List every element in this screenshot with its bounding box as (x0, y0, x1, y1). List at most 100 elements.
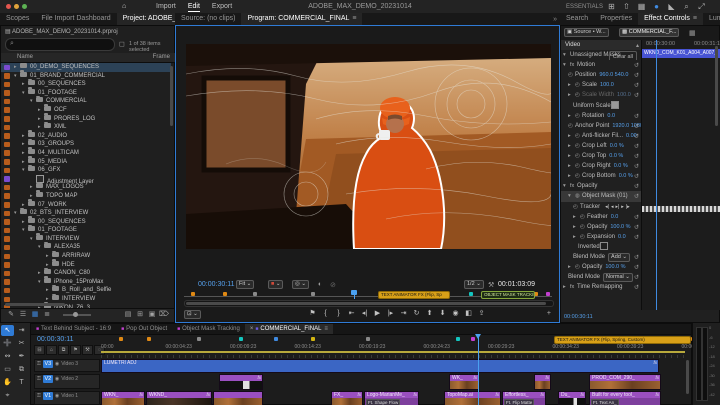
audio-meters[interactable]: 0-6-12-18-24-30-36-42 (692, 323, 720, 405)
delete-icon[interactable]: ⌦ (158, 310, 170, 318)
label-color-chip[interactable] (4, 193, 10, 199)
reset-parameter-icon[interactable]: ↺ (634, 283, 639, 292)
ec-row-blend-mode[interactable]: Blend ModeNormal ⌄↺ (561, 272, 641, 282)
reset-parameter-icon[interactable]: ↺ (634, 182, 639, 191)
ec-row-video[interactable]: Video▴ (561, 40, 641, 50)
clip[interactable]: Effortless_fxFt. Flip Matte (502, 391, 546, 405)
stopwatch-icon[interactable]: ◴ (568, 121, 575, 131)
twirl-icon[interactable]: ▸ (568, 151, 575, 161)
ec-value[interactable]: 960.0 540.0 (599, 72, 628, 78)
ec-row-position[interactable]: ◴Position960.0 540.0↺ (561, 70, 641, 80)
ec-row-time-remapping[interactable]: ▸fxTime Remapping↺ (561, 282, 641, 292)
clip[interactable]: fx (219, 374, 263, 390)
label-color-chip[interactable] (4, 176, 10, 182)
ec-row-crop-top[interactable]: ▸◴Crop Top0.0 %↺ (561, 151, 641, 161)
label-color-chip[interactable] (4, 236, 10, 242)
sequence-marker-icon[interactable] (253, 292, 257, 296)
program-zoom-scrollbar[interactable] (184, 300, 554, 307)
tab-scopes[interactable]: Scopes (0, 13, 35, 25)
home-icon[interactable]: ⌂ (122, 3, 126, 10)
twirl-icon[interactable]: ▸ (568, 161, 575, 171)
label-color-chip[interactable] (4, 116, 10, 122)
label-color-chip[interactable] (4, 202, 10, 208)
label-color-chip[interactable] (4, 90, 10, 96)
ec-row-rotation[interactable]: ▸◴Rotation0.0↺ (561, 111, 641, 121)
mark-in-button[interactable]: { (319, 310, 332, 317)
tree-item[interactable]: ▾06_GFX (1, 166, 171, 175)
reset-parameter-icon[interactable]: ↺ (634, 192, 639, 201)
label-color-chip[interactable] (4, 279, 10, 285)
reset-parameter-icon[interactable]: ↺ (634, 61, 639, 70)
stopwatch-icon[interactable]: ◴ (575, 151, 582, 161)
program-timecode[interactable]: 00:00:30:11 (198, 281, 234, 288)
reset-parameter-icon[interactable]: ↺ (634, 71, 639, 80)
clip[interactable]: FX_fx (331, 391, 363, 405)
ec-value[interactable]: 100.0 (600, 82, 614, 88)
ec-value[interactable]: 0.0 % (610, 143, 624, 149)
tab-lumetri-color[interactable]: Lumetri Color (703, 13, 720, 25)
ripple-edit-tool-icon[interactable]: ➕ (1, 338, 14, 349)
reset-parameter-icon[interactable]: ↺ (634, 162, 639, 171)
ec-value[interactable]: 100.0 (617, 92, 631, 98)
lift-button[interactable]: ⬆ (423, 309, 436, 317)
tree-item[interactable]: ▸HDE (1, 261, 171, 270)
new-item-icon[interactable]: ▣ (146, 310, 158, 318)
ec-value[interactable]: 0.0 % (614, 163, 628, 169)
proxy-dropdown[interactable]: ■ ⌄ (268, 280, 283, 289)
column-frame[interactable]: Frame (153, 54, 170, 60)
clip[interactable]: fx (534, 374, 551, 390)
export-frame-button[interactable]: ◉ (449, 309, 462, 317)
twirl-icon[interactable]: ▾ (568, 191, 575, 201)
ec-row-unassigned-masks[interactable]: ▾Unassigned MasksClear all (561, 50, 641, 60)
search-input[interactable]: ⌕ (5, 38, 115, 51)
label-color-chip[interactable] (4, 185, 10, 191)
zoom-slider[interactable] (63, 314, 91, 316)
share-button[interactable]: ⇪ (475, 309, 488, 317)
icon-view-icon[interactable]: ▦ (29, 310, 41, 318)
reset-parameter-icon[interactable]: ↺ (634, 112, 639, 121)
sequence-marker-icon[interactable] (223, 292, 227, 296)
object-select-tool-icon[interactable]: ⧉ (15, 364, 28, 375)
clip[interactable] (213, 391, 263, 405)
tree-item[interactable]: ▸03_GROUPS (1, 140, 171, 149)
twirl-icon[interactable]: ▸ (568, 131, 575, 141)
tree-item[interactable]: ▾INTERVIEW (1, 235, 171, 244)
checkbox[interactable] (600, 242, 608, 250)
tracker-step-button[interactable]: ◂| (605, 204, 609, 210)
filter-bin-icon[interactable]: ◻ (119, 40, 125, 48)
tab-program[interactable]: Program: COMMERCIAL_FINAL≡ (241, 13, 362, 25)
tree-item[interactable]: ▸OCF (1, 106, 171, 115)
label-color-chip[interactable] (4, 65, 10, 71)
comparison-view-button[interactable]: ◧ (462, 309, 475, 317)
mask-view-dropdown[interactable]: ◎ ⌄ (292, 280, 309, 289)
blend-mode-dropdown[interactable]: Normal ⌄ (603, 273, 633, 282)
sort-icon[interactable]: ≣ (41, 310, 53, 318)
marker-chip[interactable]: OBJECT MASK TRACKING (481, 291, 535, 299)
ec-value[interactable]: 0.0 (611, 214, 619, 220)
label-color-chip[interactable] (4, 133, 10, 139)
label-color-chip[interactable] (4, 271, 10, 277)
twirl-icon[interactable]: ▸ (568, 80, 575, 90)
ec-row-inverted[interactable]: Inverted (561, 242, 641, 252)
reset-parameter-icon[interactable]: ↺ (634, 213, 639, 222)
timeline-playhead[interactable] (478, 335, 479, 405)
twirl-icon[interactable]: ▸ (568, 171, 575, 181)
clip[interactable]: Built for every tool_fxFt. Text An_ (589, 391, 661, 405)
fx-icon[interactable]: fx (570, 60, 577, 70)
rectangle-tool-icon[interactable]: ▭ (1, 364, 14, 375)
fit-dropdown[interactable]: Fit ⌄ (236, 280, 254, 289)
comments-icon[interactable]: ◣ (664, 2, 679, 11)
ec-row-tracker[interactable]: ◴Tracker◂|◂▸|▸|▸ (561, 202, 641, 212)
label-color-chip[interactable] (4, 107, 10, 113)
ec-playhead[interactable] (656, 40, 657, 310)
clip[interactable]: TopoMap.aifx (444, 391, 501, 405)
tab-overflow-icon[interactable]: » (553, 16, 557, 23)
loop-button[interactable]: ↻ (410, 309, 423, 317)
reset-parameter-icon[interactable]: ↺ (634, 263, 639, 272)
clip[interactable]: WK_fx (449, 374, 479, 390)
ec-clip-bar[interactable]: WKND_COM_K01_A004_A007_ (642, 49, 720, 58)
column-name[interactable]: Name (17, 54, 33, 60)
label-color-chip[interactable] (4, 150, 10, 156)
clip[interactable]: WKN_fx (101, 391, 145, 405)
label-color-chip[interactable] (4, 245, 10, 251)
